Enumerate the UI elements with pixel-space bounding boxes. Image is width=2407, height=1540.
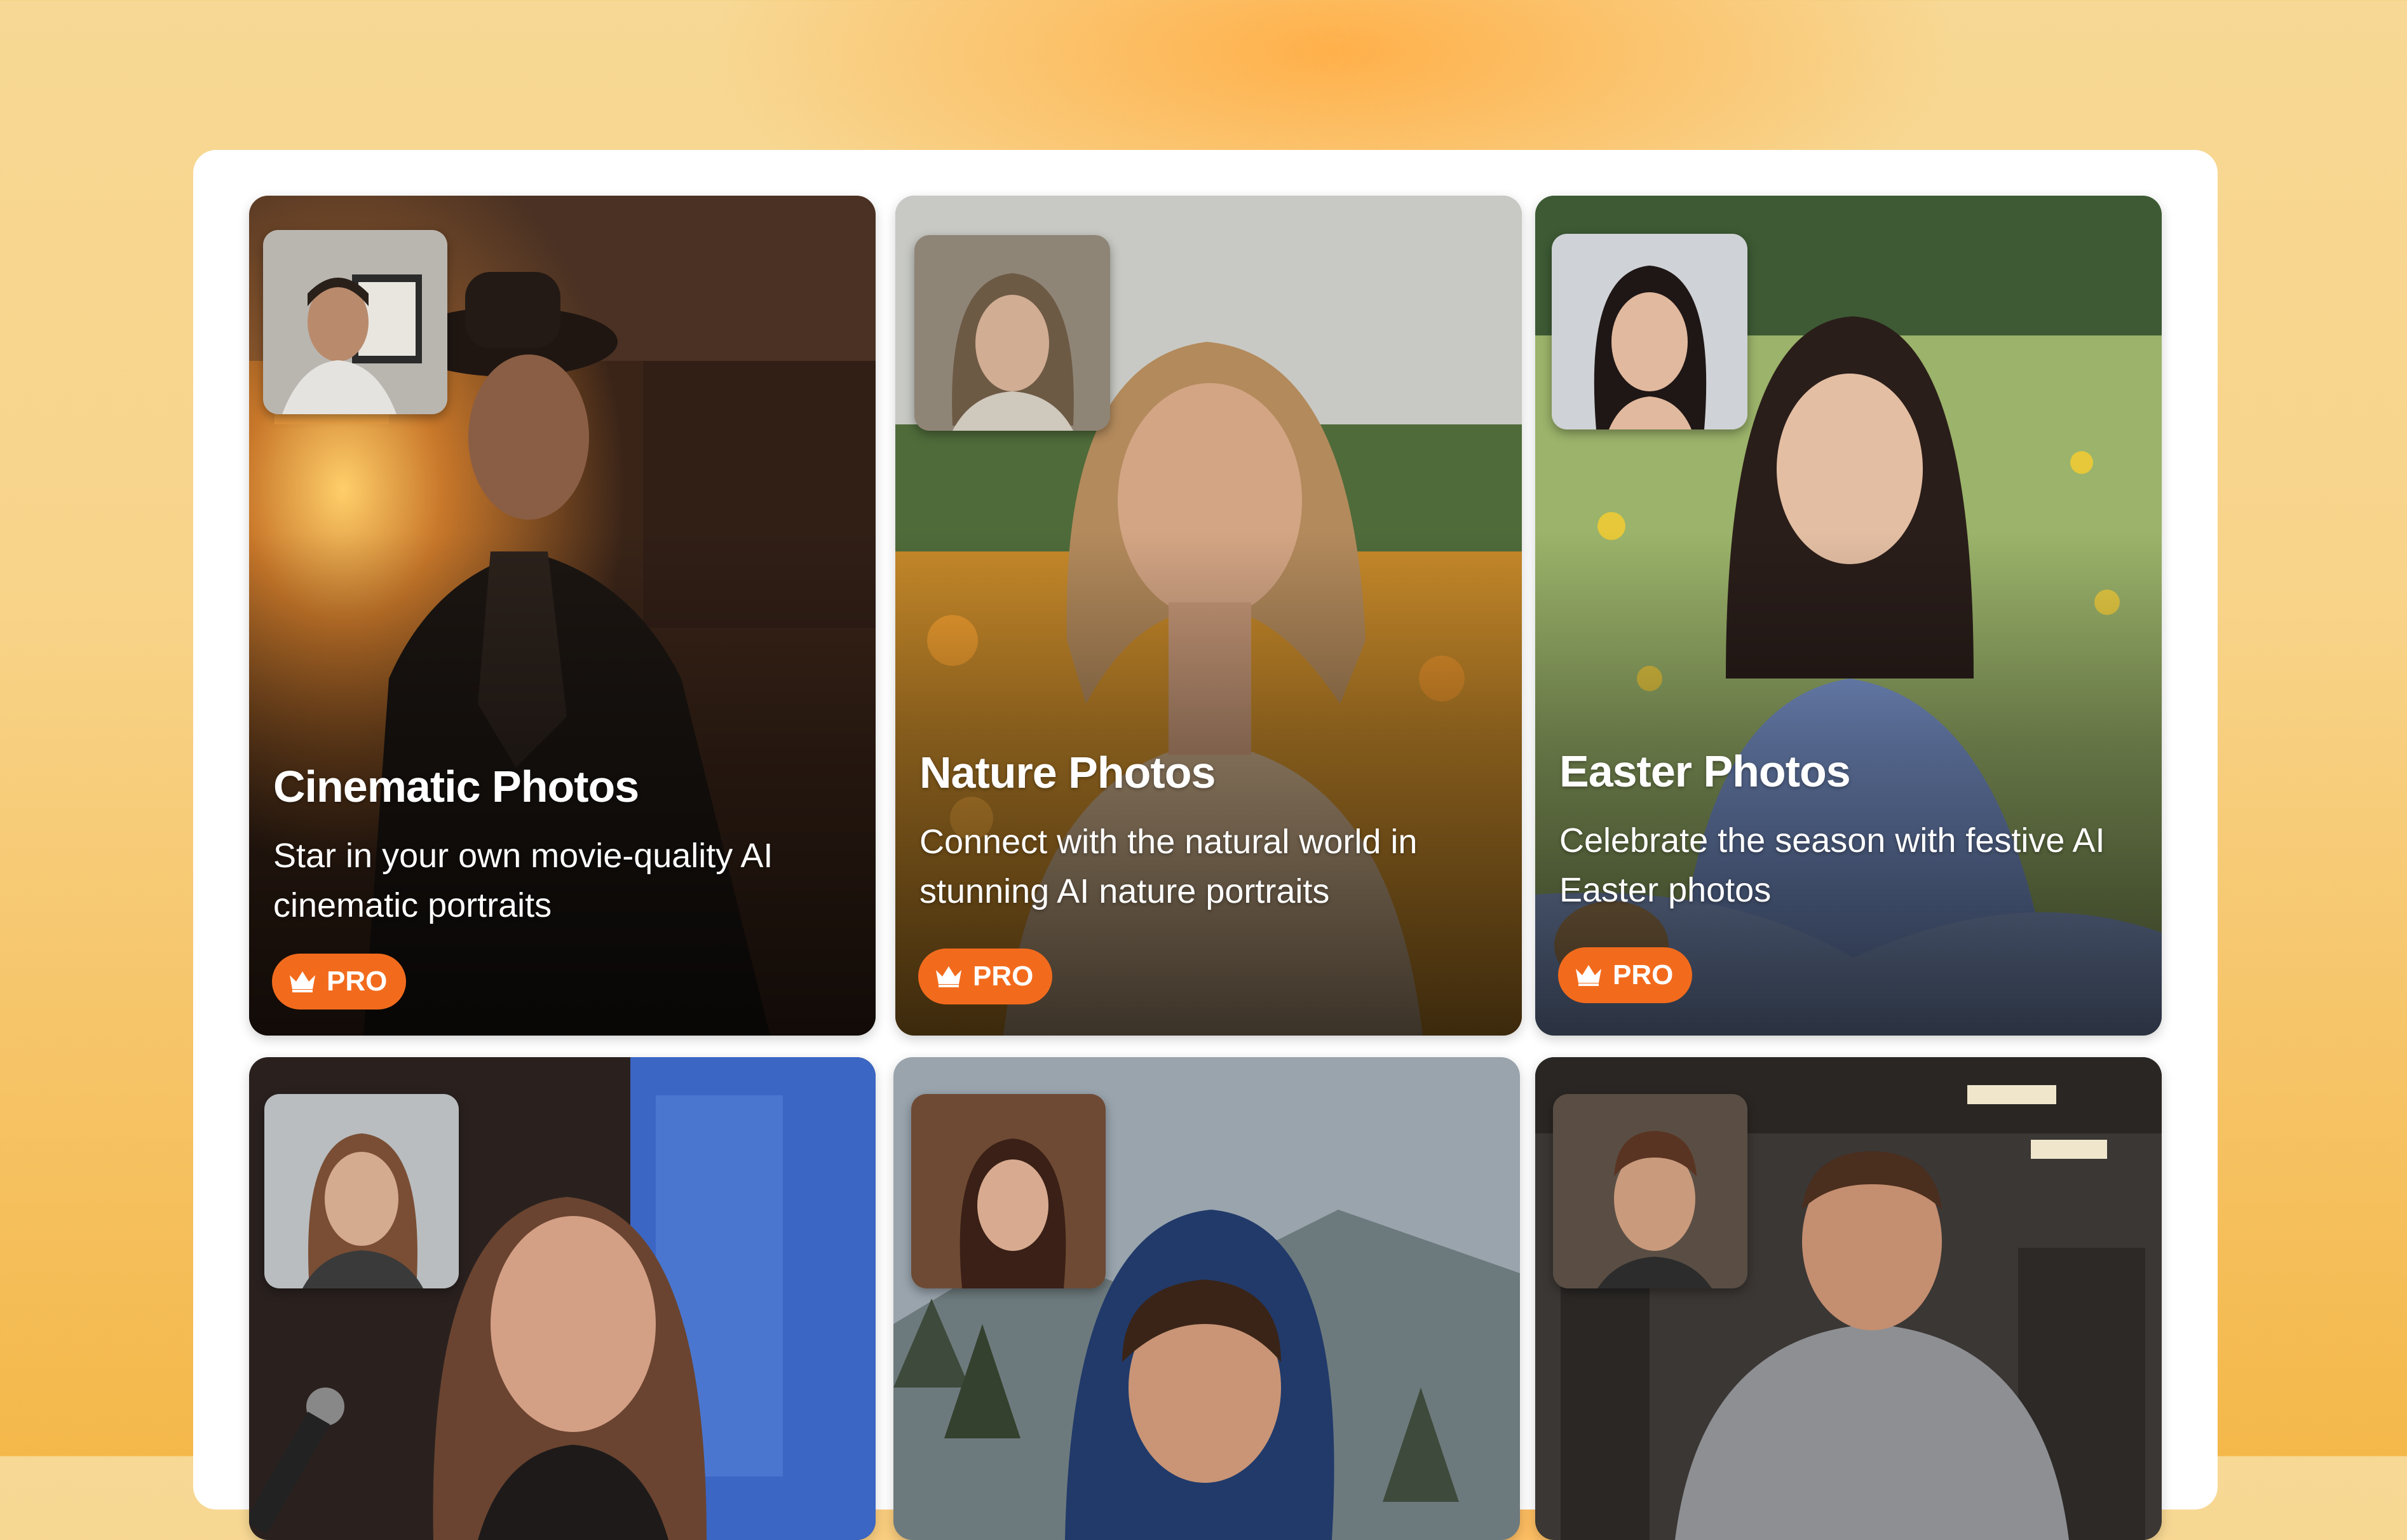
style-card-easter[interactable]: Easter Photos Celebrate the season with … — [1535, 196, 2162, 1036]
source-selfie-thumbnail — [263, 230, 447, 414]
card-description: Star in your own movie-quality AI cinema… — [273, 837, 773, 924]
pro-badge[interactable]: PRO — [918, 949, 1053, 1004]
style-card-outdoor[interactable] — [893, 1057, 1520, 1540]
card-description: Connect with the natural world in stunni… — [919, 823, 1418, 910]
pro-badge-label: PRO — [1613, 959, 1674, 990]
styles-panel: Cinematic Photos Star in your own movie-… — [193, 150, 2218, 1540]
style-card-nature[interactable]: Nature Photos Connect with the natural w… — [895, 196, 1522, 1036]
pro-badge[interactable]: PRO — [1558, 947, 1693, 1003]
source-selfie-thumbnail — [914, 235, 1110, 431]
source-selfie-thumbnail — [1553, 1094, 1747, 1288]
pro-badge[interactable]: PRO — [272, 954, 407, 1010]
source-selfie-thumbnail — [264, 1094, 459, 1288]
card-title: Nature Photos — [919, 748, 1216, 797]
card-title: Cinematic Photos — [273, 762, 639, 811]
style-card-gym[interactable] — [1535, 1057, 2162, 1540]
crown-icon — [290, 971, 315, 992]
source-selfie-thumbnail — [911, 1094, 1106, 1288]
card-description: Celebrate the season with festive AI Eas… — [1559, 821, 2105, 909]
crown-icon — [936, 966, 961, 987]
style-card-cinematic[interactable]: Cinematic Photos Star in your own movie-… — [249, 196, 876, 1036]
card-title: Easter Photos — [1559, 746, 1851, 796]
style-card-speaker[interactable] — [249, 1057, 876, 1540]
crown-icon — [1576, 965, 1601, 986]
source-selfie-thumbnail — [1552, 234, 1747, 429]
pro-badge-label: PRO — [973, 961, 1034, 992]
pro-badge-label: PRO — [327, 966, 388, 997]
